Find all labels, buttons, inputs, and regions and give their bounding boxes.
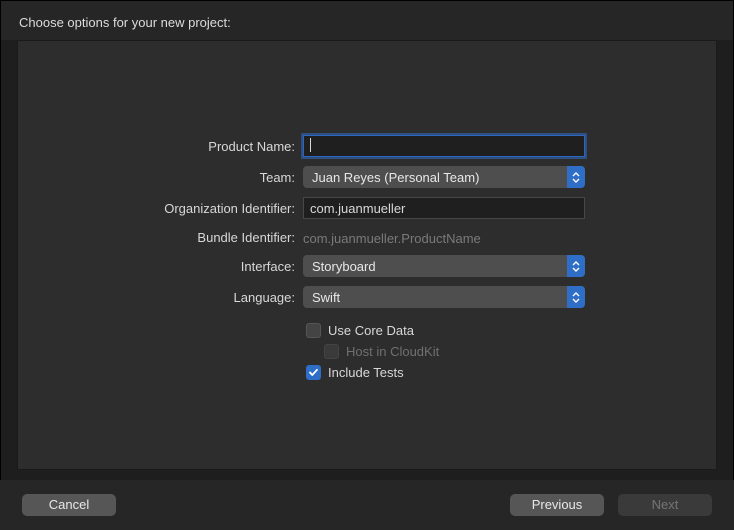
host-cloudkit-label: Host in CloudKit [346, 344, 439, 359]
use-core-data-checkbox[interactable] [306, 323, 321, 338]
cancel-button[interactable]: Cancel [22, 494, 116, 516]
product-name-label: Product Name: [18, 139, 303, 154]
org-identifier-label: Organization Identifier: [18, 201, 303, 216]
next-button: Next [618, 494, 712, 516]
language-select[interactable]: Swift [303, 286, 585, 308]
options-panel: Product Name: Team: Juan Reyes (Personal… [17, 40, 717, 470]
product-name-input[interactable] [303, 135, 585, 157]
bundle-identifier-label: Bundle Identifier: [18, 230, 303, 245]
dialog-header: Choose options for your new project: [1, 1, 733, 40]
updown-icon [567, 286, 585, 308]
include-tests-checkbox[interactable] [306, 365, 321, 380]
interface-label: Interface: [18, 259, 303, 274]
host-cloudkit-checkbox [324, 344, 339, 359]
team-select[interactable]: Juan Reyes (Personal Team) [303, 166, 585, 188]
interface-select[interactable]: Storyboard [303, 255, 585, 277]
updown-icon [567, 255, 585, 277]
org-identifier-input[interactable] [303, 197, 585, 219]
team-label: Team: [18, 170, 303, 185]
bundle-identifier-value: com.juanmueller.ProductName [303, 228, 585, 246]
previous-button[interactable]: Previous [510, 494, 604, 516]
use-core-data-label: Use Core Data [328, 323, 414, 338]
language-label: Language: [18, 290, 303, 305]
team-select-value: Juan Reyes (Personal Team) [312, 170, 479, 185]
dialog-footer: Cancel Previous Next [0, 480, 734, 530]
include-tests-label: Include Tests [328, 365, 404, 380]
language-select-value: Swift [312, 290, 340, 305]
dialog-title: Choose options for your new project: [19, 15, 715, 30]
interface-select-value: Storyboard [312, 259, 376, 274]
updown-icon [567, 166, 585, 188]
